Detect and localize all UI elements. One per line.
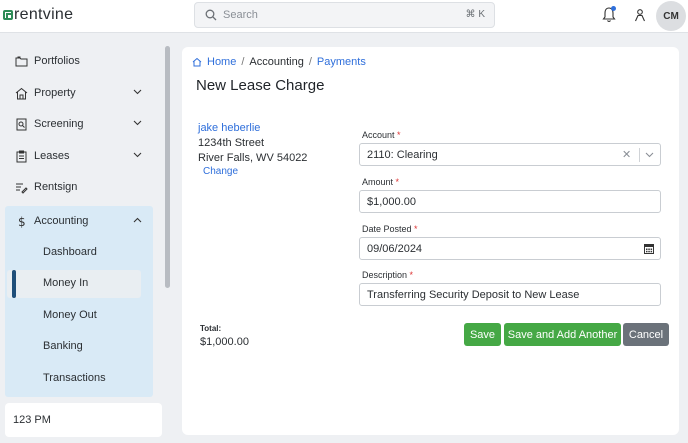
dollar-icon: $ <box>18 215 26 228</box>
required-mark: * <box>414 224 418 234</box>
sidebar-item-label: Screening <box>34 118 84 130</box>
sidebar-item-portfolios[interactable]: Portfolios <box>5 46 153 78</box>
logo[interactable]: rentvine <box>3 6 73 24</box>
save-button[interactable]: Save <box>464 323 501 346</box>
breadcrumb-home[interactable]: Home <box>207 56 236 68</box>
chevron-up-icon <box>133 217 142 223</box>
logo-text: rentvine <box>14 6 74 23</box>
breadcrumb-separator: / <box>241 56 245 68</box>
total-value: $1,000.00 <box>200 336 249 348</box>
sidebar-scrollbar[interactable] <box>165 46 170 288</box>
tenant-street: 1234th Street <box>198 137 265 149</box>
chevron-down-icon <box>133 152 142 157</box>
sidebar-item-accounting[interactable]: $ Accounting <box>5 206 153 238</box>
tenant-name-link[interactable]: jake heberlie <box>198 121 307 136</box>
required-mark: * <box>395 177 400 187</box>
clipboard-icon <box>16 150 27 162</box>
house-icon <box>15 87 28 99</box>
sidebar-item-leases[interactable]: Leases <box>5 141 153 173</box>
page-title: New Lease Charge <box>196 77 325 94</box>
breadcrumb: Home / Accounting / Payments <box>192 56 366 68</box>
sidebar-subitem-dashboard[interactable]: Dashboard <box>5 238 153 268</box>
sidebar-item-screening[interactable]: Screening <box>5 109 153 141</box>
sidebar-item-label: Leases <box>34 149 70 162</box>
sidebar-subitem-label: Banking <box>43 340 83 352</box>
description-label: Description * <box>362 270 413 280</box>
svg-text:$: $ <box>18 215 26 228</box>
account-label-text: Account <box>362 130 395 140</box>
required-mark: * <box>409 270 414 280</box>
notification-dot <box>611 6 616 11</box>
signature-icon <box>16 183 28 194</box>
account-value: 2110: Clearing <box>367 149 438 161</box>
sidebar-subitem-money-in[interactable]: Money In <box>5 269 153 299</box>
account-label: Account * <box>362 130 401 140</box>
top-bar: rentvine ⌘ K CM <box>0 0 688 33</box>
folders-icon <box>15 56 28 67</box>
sidebar-item-label: Portfolios <box>34 55 80 67</box>
search-input[interactable] <box>223 7 443 23</box>
search-icon <box>205 9 217 21</box>
time-text: 123 PM <box>13 414 51 426</box>
sidebar-item-rentsign[interactable]: Rentsign <box>5 172 153 204</box>
date-posted-field[interactable]: 09/06/2024 <box>359 237 661 260</box>
date-posted-label: Date Posted * <box>362 224 418 234</box>
amount-input[interactable] <box>359 190 661 213</box>
breadcrumb-payments[interactable]: Payments <box>317 56 366 68</box>
sidebar-subitem-banking[interactable]: Banking <box>5 332 153 362</box>
sidebar-subitem-label: Transactions <box>43 372 106 384</box>
save-and-add-another-button[interactable]: Save and Add Another <box>504 323 621 346</box>
screening-icon <box>16 118 27 131</box>
amount-label: Amount * <box>362 177 399 187</box>
chevron-down-icon <box>133 120 142 126</box>
chevron-down-icon[interactable] <box>645 152 654 158</box>
description-label-text: Description <box>362 270 408 280</box>
description-input[interactable] <box>359 283 661 306</box>
breadcrumb-accounting: Accounting <box>249 56 304 68</box>
total-label: Total: <box>200 324 222 333</box>
select-divider <box>639 148 640 162</box>
clear-icon[interactable]: ✕ <box>622 148 631 161</box>
sidebar-subitem-label: Dashboard <box>43 246 97 258</box>
sidebar-item-label: Accounting <box>34 215 89 227</box>
main-card: Home / Accounting / Payments New Lease C… <box>182 47 679 435</box>
breadcrumb-separator: / <box>308 56 312 68</box>
home-icon <box>192 57 202 67</box>
sidebar-subitem-money-out[interactable]: Money Out <box>5 301 153 331</box>
account-select[interactable]: 2110: Clearing ✕ <box>359 143 661 166</box>
search-bar[interactable]: ⌘ K <box>194 2 495 28</box>
tenant-city: River Falls, WV 54022 <box>198 152 308 164</box>
calendar-icon[interactable] <box>644 243 654 254</box>
sidebar-item-label: Rentsign <box>34 181 78 193</box>
amount-label-text: Amount <box>362 177 394 187</box>
sidebar-nav: Portfolios Property Screening Leases Ren… <box>5 46 153 204</box>
required-mark: * <box>397 130 401 140</box>
sidebar-item-label: Property <box>34 86 76 99</box>
search-shortcut: ⌘ K <box>465 9 485 20</box>
avatar[interactable]: CM <box>656 1 686 31</box>
sidebar: Portfolios Property Screening Leases Ren… <box>0 34 175 443</box>
sidebar-subitem-label: Money In <box>43 277 89 289</box>
sidebar-item-property[interactable]: Property <box>5 78 153 110</box>
tenant-info: jake heberlie 1234th Street River Falls,… <box>198 121 307 166</box>
person-icon[interactable] <box>633 8 647 22</box>
time-card: 123 PM <box>5 403 162 437</box>
rentvine-logo-icon <box>3 10 13 20</box>
date-posted-label-text: Date Posted <box>362 224 412 234</box>
sidebar-subitem-transactions[interactable]: Transactions <box>5 364 153 394</box>
sidebar-subitem-label: Money Out <box>43 309 97 321</box>
date-posted-value: 09/06/2024 <box>367 243 423 255</box>
cancel-button[interactable]: Cancel <box>623 323 669 346</box>
chevron-down-icon <box>133 89 142 94</box>
change-tenant-link[interactable]: Change <box>203 166 238 177</box>
